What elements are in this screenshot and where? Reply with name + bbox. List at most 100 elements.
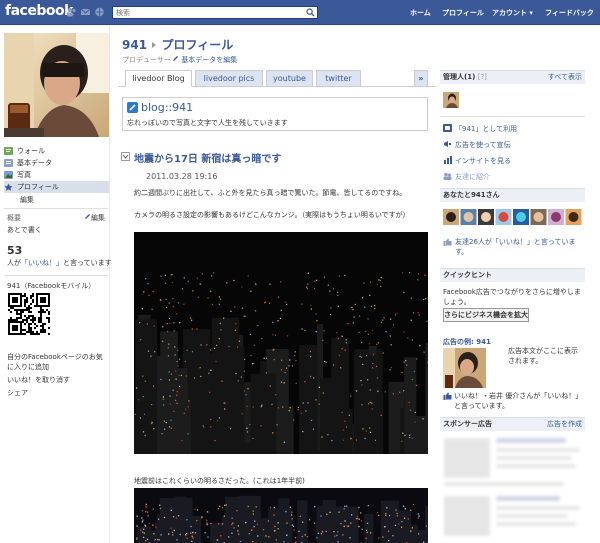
pencil-icon [173,56,178,61]
sidebar-item-photos[interactable]: 写真 [4,169,109,181]
admins-header: 管理人(1) [?] すべて表示 [440,70,585,84]
mobile-label: 941（Facebookモバイル） [7,282,96,290]
sidebar-item-label: プロフィール [17,183,59,191]
post-photo-before[interactable] [134,488,428,543]
admins-label: 管理人(1) [443,73,476,81]
search-icon[interactable] [306,8,315,17]
edit-nav-link[interactable]: 編集 [20,195,34,205]
friends-like-text[interactable]: 友達26人が「いいね！」と言っていま す。 [455,237,580,257]
livedoor-blog-icon [127,102,138,113]
search-box [112,6,318,19]
post-title[interactable]: 地震から17日 新宿は真っ暗です [134,150,281,165]
friend-requests-icon[interactable] [66,7,77,17]
nav-account[interactable]: アカウント ▾ [492,8,533,18]
tab-youtube[interactable]: youtube [266,70,313,87]
wall-icon [4,147,13,155]
sponsored-header: スポンサー広告 広告を作成 [440,417,585,431]
chevron-down-icon [122,154,129,159]
tab-livedoor-blog[interactable]: livedoor Blog [125,70,192,87]
use-as-page-link[interactable]: 「941」として利用 [455,124,517,134]
thumbs-up-icon [443,392,452,400]
divider [4,275,108,276]
post-photo-night-city[interactable] [134,232,428,454]
friends-like-text-line: 友達26人が「いいね！」と言っていま [455,238,576,246]
facebook-logo[interactable]: facebook [5,3,73,19]
summary-edit-label: 編集 [91,214,105,222]
likes-link[interactable]: 「いいね！」 [21,259,63,267]
friends-like-text-line: す。 [455,248,469,256]
nav-profile[interactable]: プロフィール [442,8,484,18]
ad-example-photo[interactable] [443,348,486,388]
info-icon [4,159,13,167]
pencil-icon [85,214,90,219]
blog-description: 忘れっぽいので写真と文字で人生を残していきます [127,119,288,127]
promote-ads-link[interactable]: 広告を使って宣伝 [455,140,511,150]
post-date: 2011.03.28 19:16 [146,172,218,181]
nav-home[interactable]: ホーム [410,8,431,18]
sidebar-item-label: 写真 [17,171,31,179]
friend-avatars[interactable] [443,209,582,229]
edit-basic-link[interactable]: 基本データを編集 [172,55,237,65]
page-section: プロフィール [161,38,234,52]
insights-icon [444,156,452,164]
more-tabs-button[interactable]: » [414,70,428,87]
likes-text-suffix: と言っています [63,259,112,267]
ad-example-title[interactable]: 広告の例: 941 [443,337,491,347]
tab-livedoor-pics[interactable]: livedoor pics [195,70,263,87]
ads-icon [444,141,451,147]
unlike-link[interactable]: いいね！を取り消す [7,375,70,385]
help-link[interactable]: [?] [478,73,487,81]
profile-icon [4,183,13,191]
post-body-1: 約二週間ぶりに出社して、ふと外を見たら真っ暗で驚いた。節電、皆してるのですね。 [134,189,407,197]
sidebar-item-profile[interactable]: プロフィール [4,181,109,193]
summary-text: あとで書く [7,226,42,234]
search-input[interactable] [113,7,298,18]
nav-feedback[interactable]: フィードバック [545,8,594,18]
summary-edit-link[interactable]: 編集 [84,213,105,223]
page-title: 941 プロフィール [122,36,233,53]
sidebar-item-wall[interactable]: ウォール [4,145,109,157]
divider [4,208,108,209]
chevron-right-icon [152,42,157,48]
edit-basic-label: 基本データを編集 [181,56,238,64]
sidebar-item-label: 基本データ [17,159,52,167]
divider [440,116,585,117]
ad-like-text: いいね！・岩井 優介さんが「いいね！」と言っています。 [454,392,579,410]
share-link[interactable]: シェア [7,388,28,398]
page-icon [443,124,452,132]
ad-example-text: 広告本文がここに表示されます。 [508,347,578,365]
quick-tips-text: Facebook広告でつながりをさらに増やしましょう。 [443,288,581,306]
you-and-header: あなたと941さん [440,188,585,202]
sidebar-item-info[interactable]: 基本データ [4,157,109,169]
page-category: プロデューサー [122,56,171,64]
messages-icon[interactable] [80,7,91,17]
qr-code [7,292,51,336]
collapse-toggle[interactable] [121,152,130,161]
top-bar: facebook ホーム プロフィール アカウント ▾ フィードバック [0,0,600,25]
quick-tips-header: クイックヒント [440,268,585,282]
notifications-icon[interactable] [94,7,105,17]
likes-count: 53 [7,244,23,257]
add-favorites-link[interactable]: 自分のFacebookページのお気に入りに追加 [7,352,107,372]
post-body-2: カメラの明るさ設定の影響もあるけどこんなカンジ。（実際はもうちょい明るいですが） [134,211,410,219]
thumbs-up-icon [443,238,452,246]
create-ad-link[interactable]: 広告を作成 [547,418,582,431]
see-all-link[interactable]: すべて表示 [548,71,582,84]
expand-business-button[interactable]: さらにビジネス機会を拡大 [443,308,529,322]
page-name[interactable]: 941 [122,38,147,52]
summary-heading: 概要 [7,214,21,222]
view-insights-link[interactable]: インサイトを見る [455,156,511,166]
post-body-3: 地震前はこれくらいの明るさだった。(これは1年半前) [134,477,305,485]
photos-icon [4,171,13,179]
blog-title[interactable]: blog::941 [141,101,193,114]
admin-avatar[interactable] [443,92,459,108]
profile-photo[interactable] [4,33,109,137]
suggest-friends-link[interactable]: 友達に紹介 [455,172,490,182]
blog-header-box: blog::941 忘れっぽいので写真と文字で人生を残していきます [122,97,428,131]
sponsored-label: スポンサー広告 [443,420,492,428]
tab-twitter[interactable]: twitter [316,70,361,87]
friends-icon [443,172,452,180]
likes-text: 人が「いいね！」と言っています [7,258,112,268]
sidebar-item-label: ウォール [17,147,45,155]
likes-text-prefix: 人が [7,259,21,267]
